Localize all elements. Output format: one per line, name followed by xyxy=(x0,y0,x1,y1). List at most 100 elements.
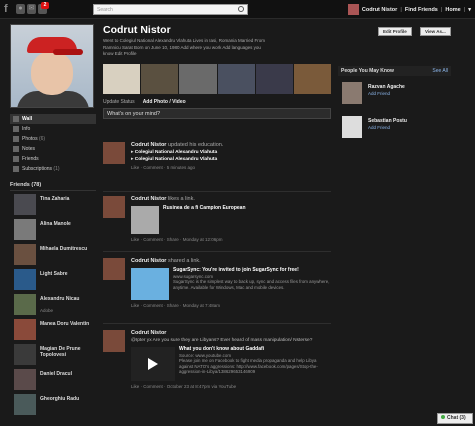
tab-update-status[interactable]: Update Status xyxy=(103,99,135,105)
friend-item[interactable]: Manea Doru Valentin xyxy=(10,318,96,341)
story-actor-name[interactable]: Codrut Nistor xyxy=(131,142,166,148)
messages-icon[interactable]: ✉ xyxy=(27,4,36,14)
friend-subtitle: Adobe xyxy=(40,308,54,313)
friend-name[interactable]: Alina Manole xyxy=(40,221,95,227)
friend-item[interactable]: Alina Manole xyxy=(10,218,96,241)
nav-wall[interactable]: Wall xyxy=(10,114,96,124)
link-thumbnail[interactable] xyxy=(131,206,159,234)
recent-photo[interactable] xyxy=(179,63,217,94)
link-attachment[interactable]: SugarSync: You're invited to join SugarS… xyxy=(131,267,331,300)
friend-photo[interactable] xyxy=(14,244,36,265)
link-title[interactable]: Rusinea de a fi Campion European xyxy=(163,205,246,212)
nav-info[interactable]: Info xyxy=(10,124,96,134)
link-attachment[interactable]: Rusinea de a fi Campion European xyxy=(131,205,331,234)
friend-photo[interactable] xyxy=(14,319,36,340)
nav-photos[interactable]: Photos (6) xyxy=(10,134,96,144)
tab-add-photo[interactable]: Add Photo / Video xyxy=(143,99,186,105)
edit-profile-button[interactable]: Edit Profile xyxy=(378,27,412,36)
friend-item[interactable]: Daniel Dracul xyxy=(10,368,96,391)
pymk-item: Razvan Agache Add Friend xyxy=(338,80,451,110)
recent-photo[interactable] xyxy=(217,63,255,94)
recent-photo[interactable] xyxy=(293,63,332,94)
friend-name[interactable]: Alexandru Nicau xyxy=(40,296,95,302)
recent-photo[interactable] xyxy=(103,63,141,94)
friend-photo[interactable] xyxy=(14,344,36,365)
search-icon[interactable] xyxy=(238,6,244,12)
story-avatar[interactable] xyxy=(103,142,125,164)
pymk-name[interactable]: Razvan Agache xyxy=(368,84,405,90)
video-attachment[interactable]: What you don't know about Gaddafi Source… xyxy=(131,346,331,381)
profile-picture[interactable] xyxy=(10,24,94,108)
friend-name[interactable]: Tina Zaharia xyxy=(40,196,95,202)
view-as-button[interactable]: View As... xyxy=(420,27,451,36)
nav-photos-label: Photos xyxy=(22,136,38,142)
friend-item[interactable]: Gheorghiu Radu xyxy=(10,393,96,416)
link-text: SugarSync: You're invited to join SugarS… xyxy=(173,267,331,300)
recent-photo[interactable] xyxy=(255,63,293,94)
friend-photo[interactable] xyxy=(14,394,36,415)
user-avatar[interactable] xyxy=(347,4,359,15)
friend-item[interactable]: Alexandru Nicau Adobe xyxy=(10,293,96,316)
friend-photo[interactable] xyxy=(14,194,36,215)
story-actor-name[interactable]: Codrut Nistor xyxy=(131,258,166,264)
story-meta[interactable]: Like · Comment · October 23 at 8:47pm vi… xyxy=(131,384,331,389)
info-icon xyxy=(13,126,19,132)
friend-name[interactable]: Gheorghiu Radu xyxy=(40,396,95,402)
nav-notes[interactable]: Notes xyxy=(10,144,96,154)
home-link[interactable]: Home xyxy=(445,7,460,13)
friend-name[interactable]: Magian De Prune Topolovesi xyxy=(40,346,95,358)
pymk-item: Sebastian Postu Add Friend xyxy=(338,114,451,144)
search-input[interactable]: Search xyxy=(93,4,248,15)
friend-name[interactable]: Manea Doru Valentin xyxy=(40,321,95,327)
story-meta[interactable]: Like · Comment · Share · Monday at 7:48a… xyxy=(131,303,331,308)
video-thumbnail[interactable] xyxy=(131,347,175,381)
friends-title[interactable]: Friends (78) xyxy=(10,182,96,191)
friend-name[interactable]: Daniel Dracul xyxy=(40,371,95,377)
facebook-logo[interactable]: f xyxy=(4,3,8,15)
story-actor: Codrut Nistor xyxy=(131,330,331,336)
add-friend-button[interactable]: Add Friend xyxy=(368,125,390,130)
story-avatar[interactable] xyxy=(103,330,125,352)
story-meta[interactable]: Like · Comment · 5 minutes ago xyxy=(131,165,331,170)
profile-info-line[interactable]: know Edit Profile xyxy=(103,51,331,58)
pymk-name[interactable]: Sebastian Postu xyxy=(368,118,407,124)
friend-item[interactable]: Magian De Prune Topolovesi xyxy=(10,343,96,366)
link-thumbnail[interactable] xyxy=(131,268,169,300)
profile-hat-brim xyxy=(53,49,83,55)
story-actor: Codrut Nistor likes a link. xyxy=(131,196,331,202)
story-meta[interactable]: Like · Comment · Share · Monday at 12:06… xyxy=(131,237,331,242)
friend-photo[interactable] xyxy=(14,219,36,240)
friend-photo[interactable] xyxy=(14,369,36,390)
subscriptions-icon xyxy=(13,166,19,172)
education-link[interactable]: Colegiul National Alexandru Vlahuta xyxy=(135,150,217,155)
add-friend-button[interactable]: Add Friend xyxy=(368,91,390,96)
friend-name[interactable]: Light Sabre xyxy=(40,271,95,277)
story-avatar[interactable] xyxy=(103,258,125,280)
story-actor-name[interactable]: Codrut Nistor xyxy=(131,330,166,336)
pymk-photo[interactable] xyxy=(342,82,362,104)
friend-requests-icon[interactable]: ● xyxy=(16,4,25,14)
education-link[interactable]: Colegiul National Alexandru Vlahuta xyxy=(135,157,217,162)
chat-bar[interactable]: Chat (3) xyxy=(437,413,473,424)
account-dropdown-icon[interactable]: ▾ xyxy=(468,7,471,13)
friend-item[interactable]: Mihaela Dumitrescu xyxy=(10,243,96,266)
story-avatar[interactable] xyxy=(103,196,125,218)
composer-tabs: Update Status Add Photo / Video xyxy=(103,99,331,105)
friend-name[interactable]: Mihaela Dumitrescu xyxy=(40,246,95,252)
nav-friends[interactable]: Friends xyxy=(10,154,96,164)
friend-photo[interactable] xyxy=(14,269,36,290)
friend-photo[interactable] xyxy=(14,294,36,315)
pymk-title: People You May Know xyxy=(341,68,394,74)
recent-photo[interactable] xyxy=(141,63,179,94)
play-icon[interactable] xyxy=(148,358,158,370)
find-friends-link[interactable]: Find Friends xyxy=(405,7,438,13)
friend-item[interactable]: Tina Zaharia xyxy=(10,193,96,216)
friend-item[interactable]: Light Sabre xyxy=(10,268,96,291)
user-name-link[interactable]: Codrut Nistor xyxy=(362,7,397,13)
nav-subscriptions[interactable]: Subscriptions (1) xyxy=(10,164,96,174)
pymk-photo[interactable] xyxy=(342,116,362,138)
see-all-link[interactable]: See All xyxy=(432,68,448,74)
wall-icon xyxy=(13,116,19,122)
status-composer-input[interactable]: What's on your mind? xyxy=(103,107,331,119)
story-actor-name[interactable]: Codrut Nistor xyxy=(131,196,166,202)
